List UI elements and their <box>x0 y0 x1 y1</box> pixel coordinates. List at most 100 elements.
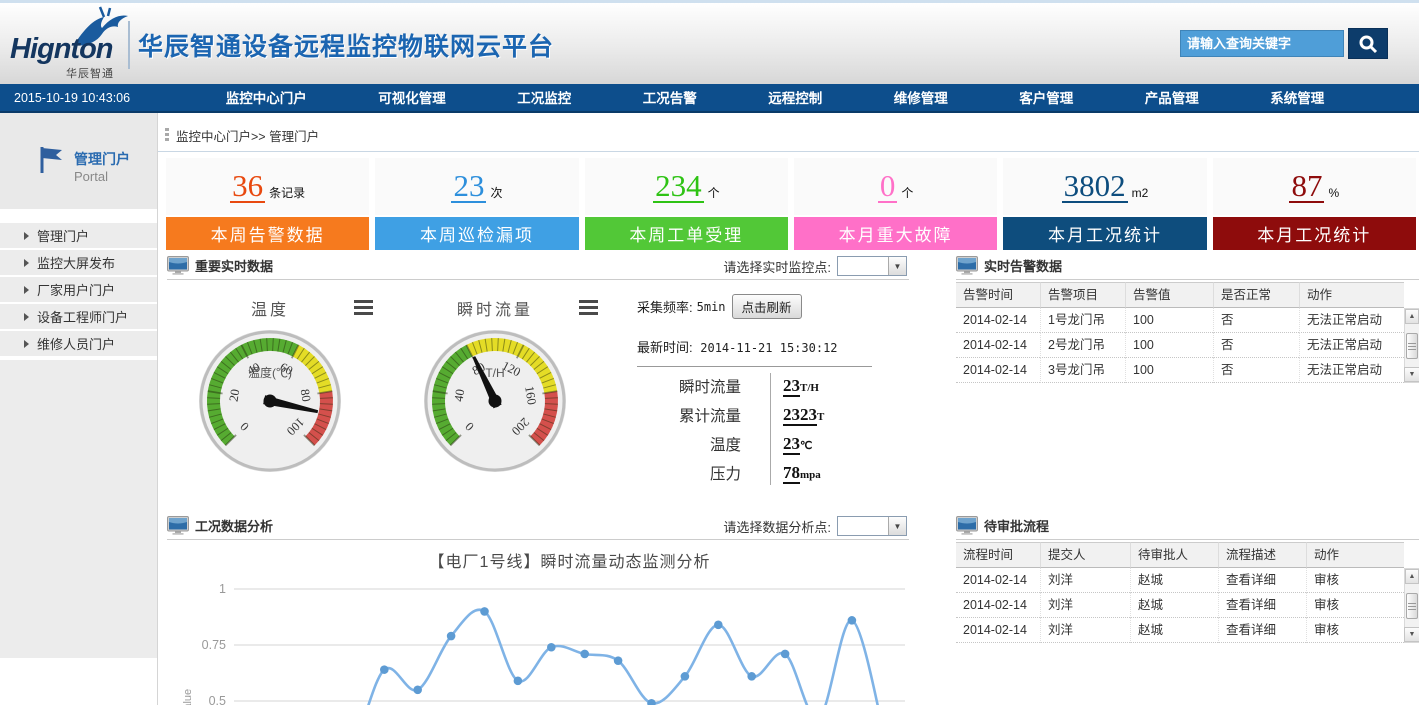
nav-item-3[interactable]: 工况监控 <box>517 84 571 113</box>
monitor-icon <box>167 516 189 535</box>
arrow-right-icon <box>24 313 29 321</box>
column-header: 告警项目 <box>1040 282 1125 308</box>
table-cell: 100 <box>1125 308 1213 333</box>
sidebar: 管理门户 Portal 管理门户监控大屏发布厂家用户门户设备工程师门户维修人员门… <box>0 113 157 705</box>
table-cell: 否 <box>1213 308 1299 333</box>
logo[interactable]: Hignton 华辰智通 <box>8 7 133 83</box>
table-row: 2014-02-143号龙门吊100否无法正常启动 <box>956 358 1419 383</box>
breadcrumb-text: 监控中心门户>> 管理门户 <box>176 126 319 145</box>
table-cell: 刘洋 <box>1040 593 1130 618</box>
reading-unit: mpa <box>800 469 821 481</box>
monitor-point-select[interactable]: ▼ <box>837 256 907 276</box>
search-button[interactable] <box>1348 28 1388 59</box>
section-header: 实时告警数据 <box>956 252 1419 280</box>
select-value <box>838 257 888 275</box>
sidebar-item-label: 设备工程师门户 <box>37 307 128 326</box>
search-input[interactable] <box>1180 30 1344 57</box>
gauge-flow: 瞬时流量 04080120160200T/H <box>420 296 598 485</box>
gauge-menu-icon[interactable] <box>354 300 373 317</box>
table-cell: 2014-02-14 <box>956 333 1040 358</box>
vertical-scrollbar[interactable]: ▲▼ <box>1404 568 1419 643</box>
nav-item-4[interactable]: 工况告警 <box>643 84 697 113</box>
column-header: 提交人 <box>1040 542 1130 568</box>
stat-card-3[interactable]: 234个本周工单受理 <box>585 158 788 250</box>
sidebar-item-label: 厂家用户门户 <box>37 280 115 299</box>
section-title: 待审批流程 <box>984 516 1049 535</box>
nav-item-7[interactable]: 客户管理 <box>1019 84 1073 113</box>
scroll-thumb[interactable] <box>1406 593 1418 619</box>
stat-card-6[interactable]: 87%本月工况统计 <box>1213 158 1416 250</box>
sidebar-item-5[interactable]: 维修人员门户 <box>0 331 157 358</box>
table-cell[interactable]: 审核 <box>1306 568 1404 593</box>
column-header: 流程时间 <box>956 542 1040 568</box>
table-cell[interactable]: 查看详细 <box>1218 618 1306 643</box>
flag-icon <box>38 145 64 175</box>
alarm-table: 告警时间告警项目告警值是否正常动作2014-02-141号龙门吊100否无法正常… <box>956 282 1419 383</box>
scroll-down-button[interactable]: ▼ <box>1404 367 1419 382</box>
table-cell[interactable]: 审核 <box>1306 593 1404 618</box>
table-cell: 赵城 <box>1130 593 1218 618</box>
svg-text:T/H: T/H <box>485 366 504 380</box>
stats-row: 36条记录本周告警数据23次本周巡检漏项234个本周工单受理0个本月重大故障38… <box>166 158 1416 250</box>
table-cell: 刘洋 <box>1040 618 1130 643</box>
table-cell[interactable]: 查看详细 <box>1218 593 1306 618</box>
stat-label: 本月工况统计 <box>1213 217 1416 250</box>
chevron-down-icon: ▼ <box>888 517 906 535</box>
latest-time-label: 最新时间: <box>637 340 693 355</box>
nav-item-9[interactable]: 系统管理 <box>1270 84 1324 113</box>
nav-item-5[interactable]: 远程控制 <box>768 84 822 113</box>
stat-card-2[interactable]: 23次本周巡检漏项 <box>375 158 578 250</box>
app-header: Hignton 华辰智通 华辰智通设备远程监控物联网云平台 <box>0 0 1419 84</box>
sidebar-item-1[interactable]: 管理门户 <box>0 223 157 250</box>
section-header: 待审批流程 <box>956 512 1419 540</box>
divider <box>158 151 1419 152</box>
gauge-menu-icon[interactable] <box>579 300 598 317</box>
table-cell: 100 <box>1125 358 1213 383</box>
stat-label: 本周告警数据 <box>166 217 369 250</box>
nav-item-6[interactable]: 维修管理 <box>894 84 948 113</box>
reading-label: 累计流量 <box>637 404 757 426</box>
stat-label: 本月工况统计 <box>1003 217 1206 250</box>
column-header: 是否正常 <box>1213 282 1299 308</box>
divider <box>770 373 771 485</box>
table-cell[interactable]: 查看详细 <box>1218 568 1306 593</box>
section-realtime-data: 重要实时数据 请选择实时监控点: ▼ 温度 020406080100温度(℃) … <box>167 252 909 507</box>
stat-card-5[interactable]: 3802m2本月工况统计 <box>1003 158 1206 250</box>
refresh-button[interactable]: 点击刷新 <box>732 294 802 319</box>
nav-item-8[interactable]: 产品管理 <box>1145 84 1199 113</box>
svg-text:0.5: 0.5 <box>209 694 226 705</box>
stat-value: 0 <box>878 170 898 203</box>
sidebar-item-label: 监控大屏发布 <box>37 253 115 272</box>
stat-unit: 条记录 <box>269 184 305 201</box>
portal-subtitle: Portal <box>74 169 108 184</box>
scroll-thumb[interactable] <box>1406 333 1418 359</box>
scroll-grip <box>1408 609 1416 610</box>
table-cell[interactable]: 审核 <box>1306 618 1404 643</box>
table-header-row: 告警时间告警项目告警值是否正常动作 <box>956 282 1419 308</box>
stat-card-1[interactable]: 36条记录本周告警数据 <box>166 158 369 250</box>
stat-label: 本周工单受理 <box>585 217 788 250</box>
stat-unit: 个 <box>708 184 720 201</box>
monitor-icon <box>956 516 978 535</box>
stat-card-4[interactable]: 0个本月重大故障 <box>794 158 997 250</box>
arrow-right-icon <box>24 259 29 267</box>
logo-subtext: 华辰智通 <box>66 65 114 81</box>
sidebar-item-2[interactable]: 监控大屏发布 <box>0 250 157 277</box>
nav-item-1[interactable]: 监控中心门户 <box>226 84 307 113</box>
analysis-point-select[interactable]: ▼ <box>837 516 907 536</box>
scroll-up-button[interactable]: ▲ <box>1405 309 1419 324</box>
scroll-down-button[interactable]: ▼ <box>1404 627 1419 642</box>
sidebar-item-4[interactable]: 设备工程师门户 <box>0 304 157 331</box>
arrow-right-icon <box>24 340 29 348</box>
sidebar-filler <box>0 358 157 658</box>
nav-item-2[interactable]: 可视化管理 <box>378 84 446 113</box>
gauge-title: 瞬时流量 <box>420 296 570 320</box>
scroll-grip <box>1408 606 1416 607</box>
table-row: 2014-02-141号龙门吊100否无法正常启动 <box>956 308 1419 333</box>
reading-row: 累计流量2323T <box>637 400 872 429</box>
scroll-up-button[interactable]: ▲ <box>1405 569 1419 584</box>
stat-label: 本月重大故障 <box>794 217 997 250</box>
scroll-grip <box>1408 349 1416 350</box>
sidebar-item-3[interactable]: 厂家用户门户 <box>0 277 157 304</box>
vertical-scrollbar[interactable]: ▲▼ <box>1404 308 1419 383</box>
